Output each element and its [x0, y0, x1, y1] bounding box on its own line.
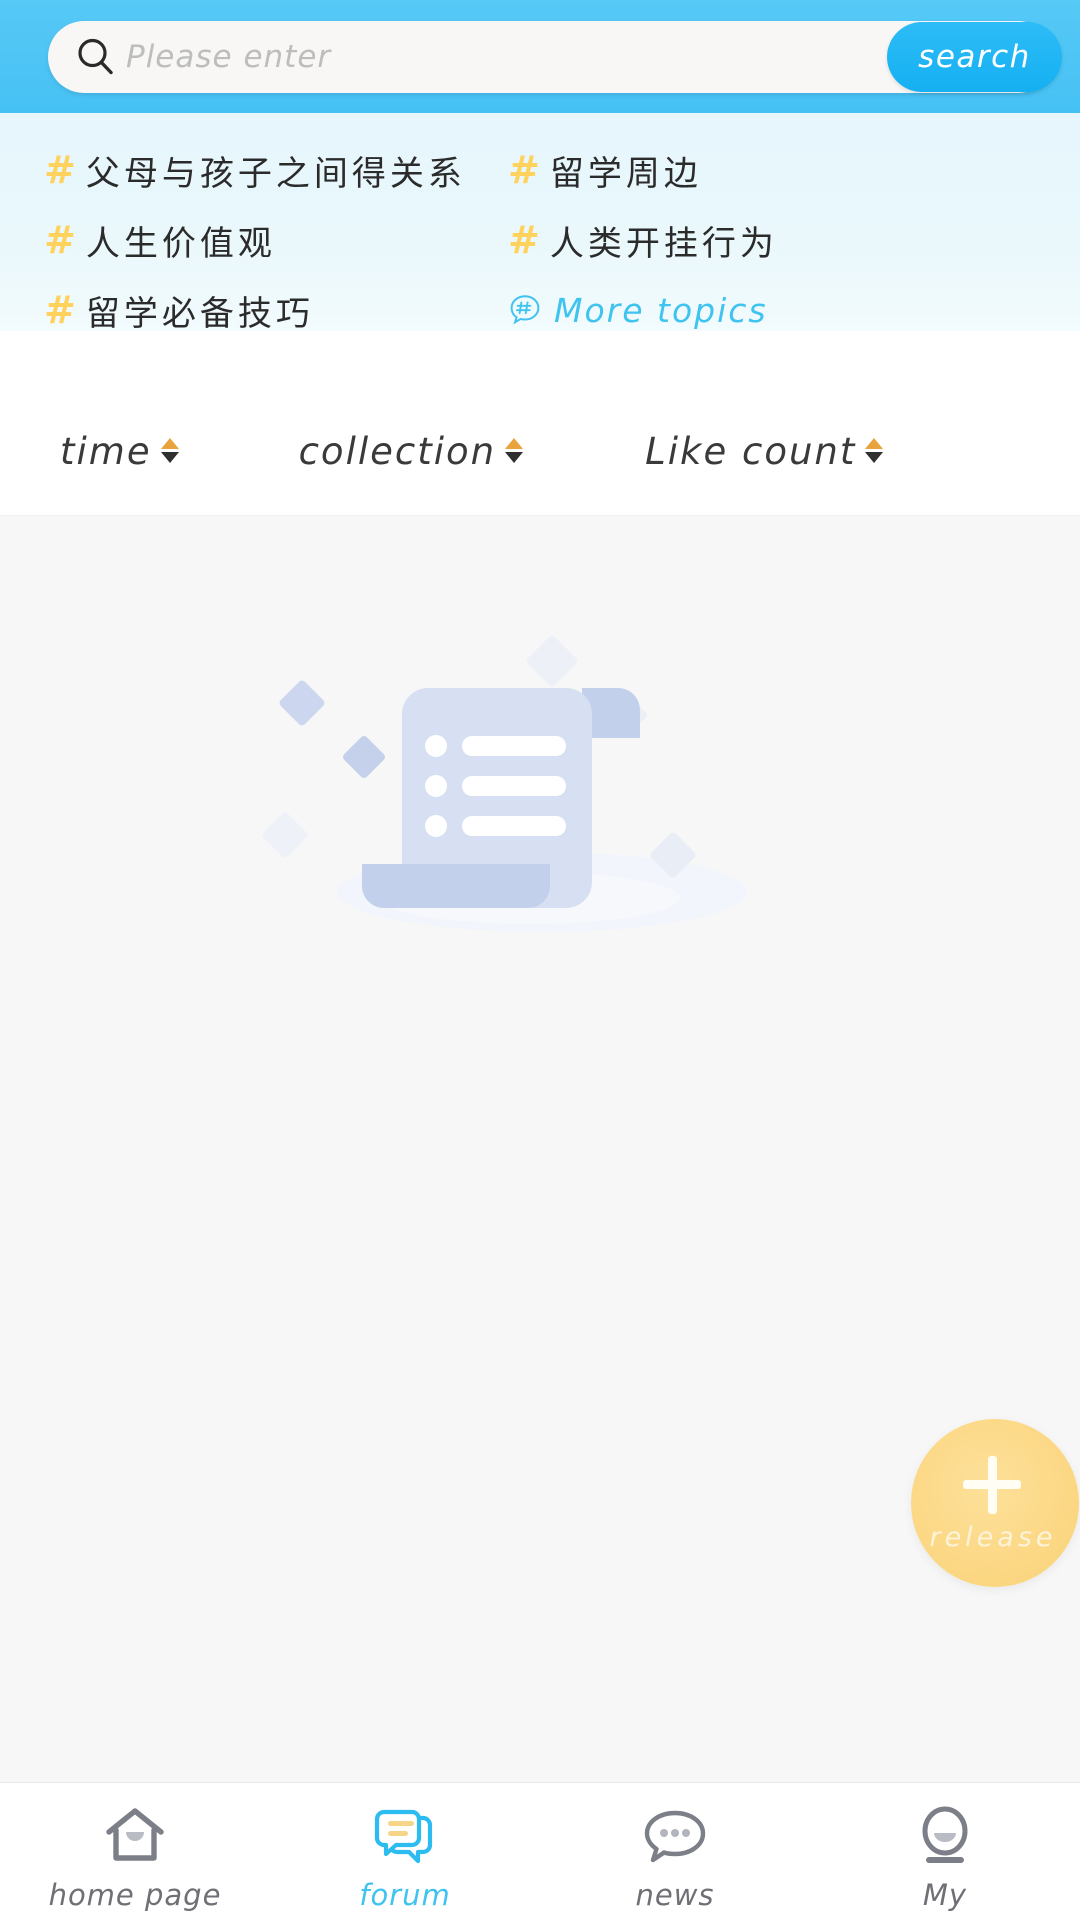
- bottom-navigation: home page forum news My: [0, 1782, 1080, 1920]
- home-icon: [106, 1807, 164, 1861]
- topic-label: 留学必备技巧: [85, 293, 314, 334]
- person-icon: [922, 1806, 968, 1863]
- topic-item[interactable]: # 父母与孩子之间得关系: [0, 146, 500, 195]
- hash-icon: #: [44, 148, 76, 192]
- caret-up-icon[interactable]: [865, 437, 884, 449]
- more-topics-item[interactable]: More topics: [500, 291, 1040, 330]
- caret-up-icon[interactable]: [505, 437, 524, 449]
- search-header: search: [0, 0, 1080, 113]
- speech-bubble-dots-icon: [644, 1810, 706, 1862]
- topic-label: 留学周边: [549, 153, 702, 194]
- empty-document-list-icon: [262, 635, 747, 932]
- tab-label: home page: [48, 1877, 222, 1912]
- tab-home-page[interactable]: home page: [0, 1783, 270, 1920]
- tab-news[interactable]: news: [540, 1783, 810, 1920]
- sort-option-collection[interactable]: collection: [299, 430, 524, 473]
- topic-item[interactable]: # 人生价值观: [0, 216, 500, 265]
- tab-my[interactable]: My: [810, 1783, 1080, 1920]
- hash-icon: #: [44, 288, 76, 332]
- tab-forum[interactable]: forum: [270, 1783, 540, 1920]
- tab-label: news: [635, 1877, 715, 1912]
- tab-label: My: [922, 1877, 968, 1912]
- topic-label: 人生价值观: [85, 223, 276, 264]
- caret-down-icon[interactable]: [865, 451, 884, 463]
- empty-state: [0, 606, 1080, 966]
- more-topics-label: More topics: [554, 290, 768, 330]
- topics-row: # 父母与孩子之间得关系 # 留学周边: [0, 135, 1080, 205]
- sort-option-time[interactable]: time: [60, 430, 179, 473]
- sort-label: collection: [298, 430, 497, 473]
- caret-up-icon[interactable]: [160, 437, 179, 449]
- search-icon: [78, 38, 113, 74]
- release-button[interactable]: release: [911, 1419, 1079, 1587]
- topics-row: # 人生价值观 # 人类开挂行为: [0, 205, 1080, 275]
- topic-label: 人类开挂行为: [549, 223, 778, 264]
- release-label: release: [929, 1521, 1057, 1553]
- tab-label: forum: [359, 1877, 451, 1912]
- caret-down-icon[interactable]: [160, 451, 179, 463]
- search-input[interactable]: [126, 38, 626, 75]
- topic-item[interactable]: # 人类开挂行为: [500, 216, 1040, 265]
- sort-label: time: [60, 430, 152, 473]
- sort-arrows[interactable]: [160, 437, 179, 463]
- sort-option-like-count[interactable]: Like count: [645, 430, 884, 473]
- hash-icon: #: [44, 218, 76, 262]
- hash-icon: #: [508, 218, 540, 262]
- sort-options: time collection Like count: [0, 430, 1080, 473]
- plus-icon: [961, 1454, 1023, 1516]
- caret-down-icon[interactable]: [505, 451, 524, 463]
- sort-label: Like count: [645, 430, 857, 473]
- app-screen: search # 父母与孩子之间得关系 # 留学周边 # 人生价值观 # 人类开…: [0, 0, 1080, 1920]
- search-bar: search: [48, 20, 1062, 93]
- chat-bubbles-icon: [374, 1809, 433, 1863]
- hash-icon: #: [508, 148, 540, 192]
- sort-arrows[interactable]: [865, 437, 884, 463]
- topic-item[interactable]: # 留学周边: [500, 146, 1040, 195]
- search-button[interactable]: search: [887, 21, 1062, 92]
- topic-item[interactable]: # 留学必备技巧: [0, 286, 500, 335]
- topics-panel: # 父母与孩子之间得关系 # 留学周边 # 人生价值观 # 人类开挂行为 # 留…: [0, 113, 1080, 334]
- hash-bubble-icon: [510, 295, 540, 325]
- more-topics-link[interactable]: More topics: [508, 291, 768, 330]
- topic-label: 父母与孩子之间得关系: [85, 153, 466, 194]
- post-list-area: [0, 515, 1080, 1784]
- sort-arrows[interactable]: [505, 437, 524, 463]
- sort-bar: time collection Like count: [0, 331, 1080, 515]
